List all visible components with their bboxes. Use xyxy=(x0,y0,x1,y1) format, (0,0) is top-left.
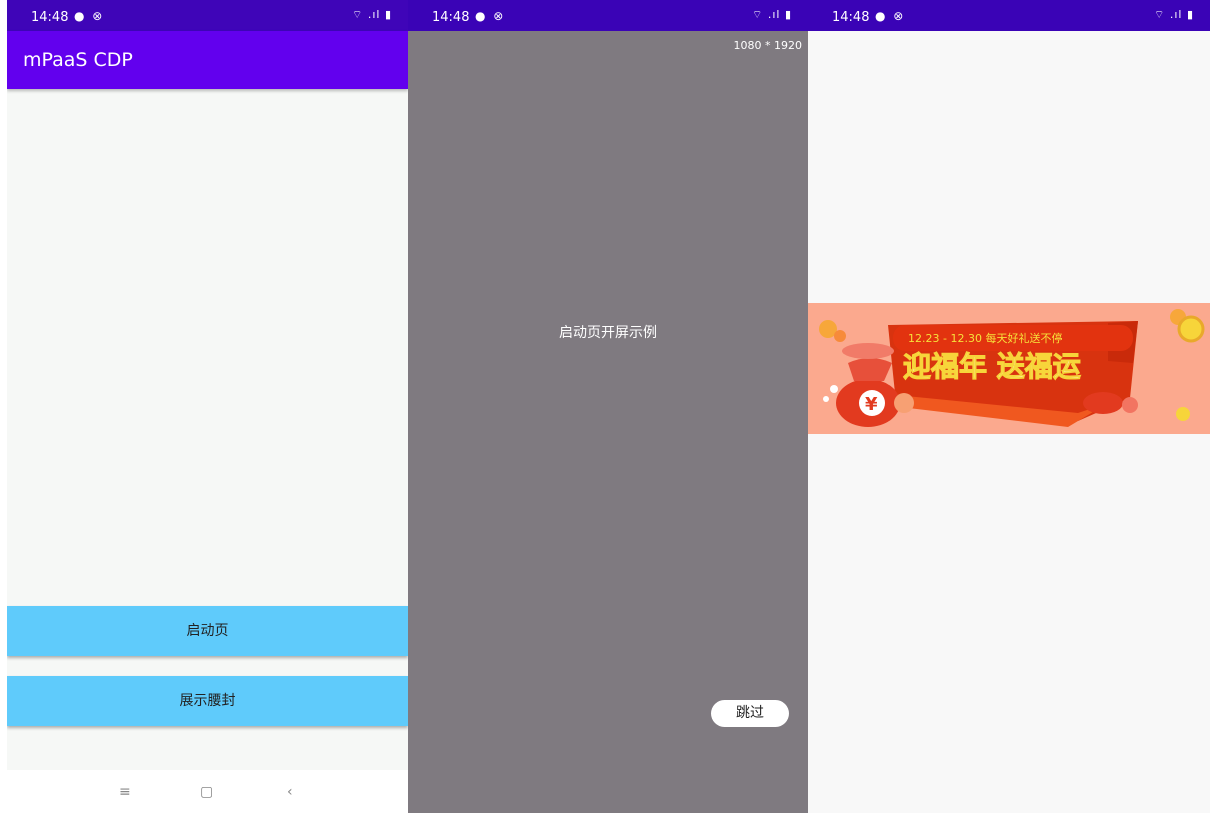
home-icon[interactable]: ▢ xyxy=(200,784,213,800)
status-bar: 14:48 ● ⊗ ⌔ .ıl ▮ xyxy=(408,0,808,31)
status-time: 14:48 xyxy=(832,10,870,25)
notification-icons: ● ⊗ xyxy=(475,9,506,23)
app-title: mPaaS CDP xyxy=(23,49,133,71)
banner-date-text: 12.23 - 12.30 每天好礼送不停 xyxy=(908,331,1062,345)
waist-banner[interactable]: ¥ 12.23 - 12.30 每天好礼送不停 迎福年 送福运 xyxy=(808,303,1210,434)
status-bar: 14:48 ● ⊗ ⌔ .ıl ▮ xyxy=(808,0,1210,31)
main-screen: 14:48 ● ⊗ ⌔ .ıl ▮ mPaaS CDP 启动页 展示腰封 ≡ ▢… xyxy=(7,0,408,813)
skip-button[interactable]: 跳过 xyxy=(711,700,789,727)
waist-banner-screen: 14:48 ● ⊗ ⌔ .ıl ▮ ¥ 12.23 - 12.30 每天好礼送不… xyxy=(808,0,1210,813)
status-time: 14:48 xyxy=(432,10,470,25)
status-bar: 14:48 ● ⊗ ⌔ .ıl ▮ xyxy=(7,0,408,31)
launch-page-button[interactable]: 启动页 xyxy=(7,606,408,656)
svg-text:¥: ¥ xyxy=(865,394,878,415)
notification-icons: ● ⊗ xyxy=(74,9,105,23)
status-time: 14:48 xyxy=(31,10,69,25)
splash-text: 启动页开屏示例 xyxy=(559,325,657,341)
system-icons: ⌔ .ıl ▮ xyxy=(352,8,392,21)
menu-icon[interactable]: ≡ xyxy=(119,784,131,800)
system-icons: ⌔ .ıl ▮ xyxy=(1154,8,1194,21)
show-waist-banner-button[interactable]: 展示腰封 xyxy=(7,676,408,726)
banner-art: ¥ 12.23 - 12.30 每天好礼送不停 迎福年 送福运 xyxy=(808,303,1210,434)
system-icons: ⌔ .ıl ▮ xyxy=(752,8,792,21)
banner-headline: 迎福年 送福运 xyxy=(903,350,1081,383)
back-icon[interactable]: ‹ xyxy=(287,784,293,800)
resolution-label: 1080 * 1920 xyxy=(733,39,802,52)
navigation-bar: ≡ ▢ ‹ xyxy=(7,770,408,813)
notification-icons: ● ⊗ xyxy=(875,9,906,23)
splash-screen: 14:48 ● ⊗ ⌔ .ıl ▮ 1080 * 1920 启动页开屏示例 跳过 xyxy=(408,0,808,813)
app-bar: mPaaS CDP xyxy=(7,31,408,89)
